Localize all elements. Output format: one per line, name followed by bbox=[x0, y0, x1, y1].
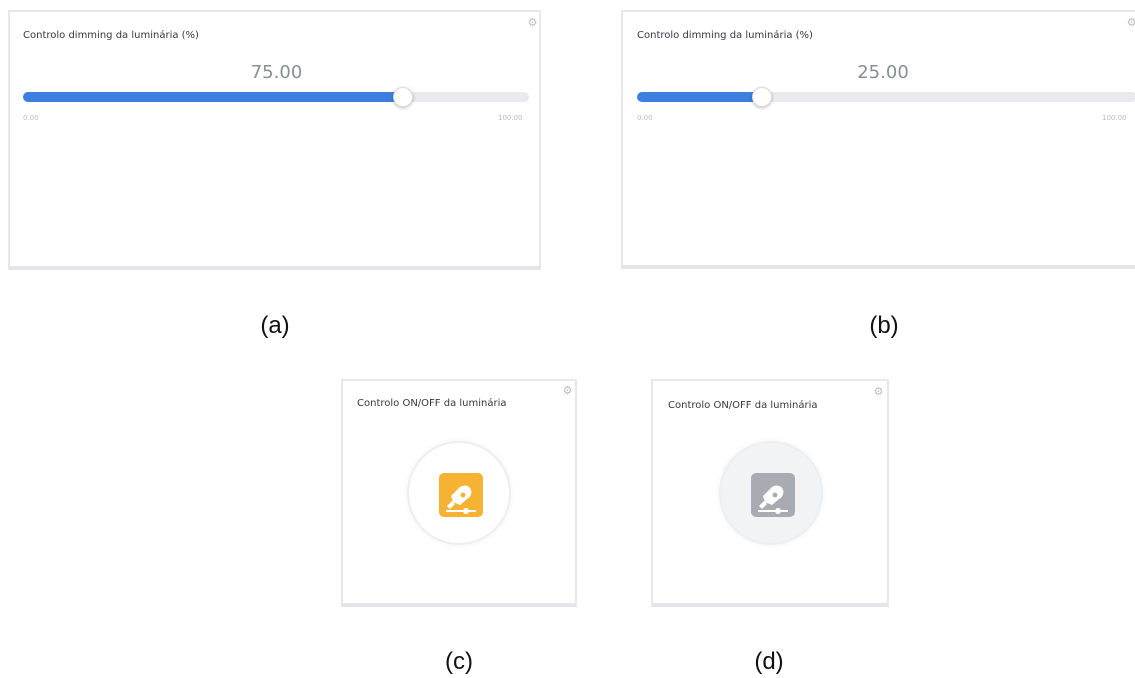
gear-icon[interactable]: ⚙ bbox=[562, 385, 573, 396]
caption-b: (b) bbox=[869, 312, 899, 339]
onoff-widget-d: ⚙ Controlo ON/OFF da luminária bbox=[651, 379, 889, 607]
dimming-slider[interactable] bbox=[637, 87, 1135, 107]
slider-fill bbox=[637, 92, 762, 102]
caption-a: (a) bbox=[260, 312, 290, 339]
slider-thumb[interactable] bbox=[392, 87, 413, 107]
gear-icon[interactable]: ⚙ bbox=[1126, 17, 1135, 28]
slider-fill bbox=[23, 92, 403, 102]
onoff-widget-c: ⚙ Controlo ON/OFF da luminária bbox=[341, 379, 577, 607]
caption-d: (d) bbox=[754, 648, 784, 675]
widget-title: Controlo ON/OFF da luminária bbox=[668, 400, 818, 411]
slider-max-label: 100.00 bbox=[498, 114, 523, 122]
onoff-toggle-button[interactable] bbox=[407, 441, 511, 545]
onoff-toggle-button[interactable] bbox=[719, 441, 823, 545]
dimming-widget-b: ⚙ Controlo dimming da luminária (%) 25.0… bbox=[621, 10, 1135, 269]
slider-value: 75.00 bbox=[250, 62, 303, 83]
slider-min-label: 0.00 bbox=[637, 114, 653, 122]
caption-c: (c) bbox=[445, 648, 473, 675]
slider-max-label: 100.00 bbox=[1102, 114, 1127, 122]
lamp-dimmer-icon bbox=[751, 473, 795, 517]
gear-icon[interactable]: ⚙ bbox=[527, 17, 538, 28]
lamp-dimmer-icon bbox=[439, 473, 483, 517]
widget-title: Controlo ON/OFF da luminária bbox=[357, 398, 507, 409]
widget-title: Controlo dimming da luminária (%) bbox=[637, 30, 813, 41]
widget-title: Controlo dimming da luminária (%) bbox=[23, 30, 199, 41]
slider-value: 25.00 bbox=[857, 62, 909, 83]
dimming-widget-a: ⚙ Controlo dimming da luminária (%) 75.0… bbox=[8, 10, 541, 270]
slider-thumb[interactable] bbox=[752, 87, 772, 107]
dimming-slider[interactable] bbox=[23, 87, 529, 107]
gear-icon[interactable]: ⚙ bbox=[873, 386, 884, 397]
slider-min-label: 0.00 bbox=[23, 114, 39, 122]
